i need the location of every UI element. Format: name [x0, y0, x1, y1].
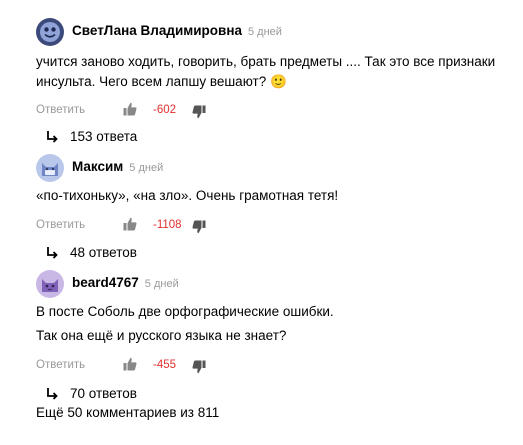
- comment: СветЛана Владимировна 5 дней учится занов…: [36, 18, 516, 149]
- author-name[interactable]: beard4767 5 дней: [72, 275, 179, 290]
- smiley-avatar-icon[interactable]: [36, 18, 64, 46]
- comment-text: учится заново ходить, говорить, брать пр…: [36, 52, 516, 92]
- comment-line: Так она ещё и русского языка не знает?: [36, 328, 287, 343]
- thumbs-down-icon[interactable]: [192, 105, 206, 119]
- comment-text: «по-тихоньку», «на зло». Очень грамотная…: [36, 186, 516, 206]
- thumbs-down-icon[interactable]: [192, 220, 206, 234]
- comment-actions: Ответить -455: [36, 356, 516, 376]
- vote-score: -455: [153, 359, 177, 371]
- thumbs-down-icon[interactable]: [192, 360, 206, 374]
- show-replies-link[interactable]: 70 ответов: [36, 384, 516, 406]
- more-comments-link[interactable]: Ещё 50 комментариев из 811: [36, 405, 219, 420]
- show-replies-link[interactable]: 153 ответа: [36, 127, 516, 149]
- thumbs-up-icon[interactable]: [123, 102, 137, 116]
- comment: Максим 5 дней «по-тихоньку», «на зло». Оч…: [36, 154, 516, 265]
- vote-score: -1108: [153, 219, 182, 231]
- thumbs-up-icon[interactable]: [123, 217, 137, 231]
- comment-actions: Ответить -602: [36, 101, 516, 121]
- comment-text: В посте Соболь две орфографические ошибк…: [36, 302, 516, 346]
- reply-button[interactable]: Ответить: [36, 104, 85, 116]
- reply-arrow-icon: [46, 246, 58, 260]
- author-name[interactable]: Максим 5 дней: [72, 159, 163, 174]
- cat-avatar-icon[interactable]: [36, 154, 64, 182]
- reply-button[interactable]: Ответить: [36, 219, 85, 231]
- comment-actions: Ответить -1108: [36, 216, 516, 236]
- comment-timestamp: 5 дней: [129, 162, 164, 174]
- comment-header: beard4767 5 дней: [36, 270, 516, 300]
- author-name[interactable]: СветЛана Владимировна 5 дней: [72, 23, 282, 38]
- comment-timestamp: 5 дней: [144, 278, 179, 290]
- reply-arrow-icon: [46, 130, 58, 144]
- comment-timestamp: 5 дней: [247, 26, 282, 38]
- comment-line: «по-тихоньку», «на зло». Очень грамотная…: [36, 188, 339, 203]
- reply-button[interactable]: Ответить: [36, 359, 85, 371]
- replies-count: 153 ответа: [70, 129, 138, 144]
- show-replies-link[interactable]: 48 ответов: [36, 243, 516, 265]
- replies-count: 70 ответов: [70, 386, 137, 401]
- comment-header: СветЛана Владимировна 5 дней: [36, 18, 516, 48]
- comment-header: Максим 5 дней: [36, 154, 516, 184]
- replies-count: 48 ответов: [70, 245, 137, 260]
- comment-line: учится заново ходить, говорить, брать пр…: [36, 54, 496, 69]
- comment: beard4767 5 дней В посте Соболь две орфог…: [36, 270, 516, 406]
- cat-avatar-icon[interactable]: [36, 270, 64, 298]
- reply-arrow-icon: [46, 387, 58, 401]
- comment-line: В посте Соболь две орфографические ошибк…: [36, 304, 334, 319]
- thumbs-up-icon[interactable]: [123, 357, 137, 371]
- vote-score: -602: [153, 104, 177, 116]
- comment-line: инсульта. Чего всем лапшу вешают? 🙂: [36, 74, 287, 89]
